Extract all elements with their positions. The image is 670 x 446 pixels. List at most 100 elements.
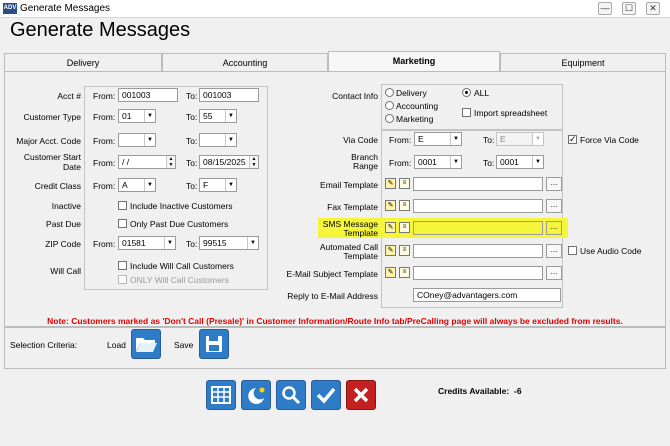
- tab-accounting[interactable]: Accounting: [162, 53, 328, 72]
- window-title: Generate Messages: [20, 3, 111, 14]
- fax-template-label: Fax Template: [327, 202, 378, 212]
- start-date-from-input[interactable]: / / ▲ ▼: [118, 155, 176, 169]
- major-acct-from-select[interactable]: ▼: [118, 133, 156, 147]
- from-label: From:: [389, 135, 412, 145]
- start-date-to-value: 08/15/2025: [203, 157, 246, 167]
- fax-template-input[interactable]: [413, 199, 543, 213]
- maximize-button[interactable]: ☐: [622, 2, 636, 15]
- acct-from-input[interactable]: 001003: [118, 88, 178, 102]
- minimize-button[interactable]: —: [598, 2, 612, 15]
- template-list-icon[interactable]: ≡: [399, 267, 410, 278]
- use-audio-code-checkbox[interactable]: [568, 246, 577, 255]
- chevron-down-icon[interactable]: ▼: [450, 133, 461, 145]
- branch-from-value: 0001: [418, 157, 437, 167]
- include-inactive-checkbox[interactable]: [118, 201, 127, 210]
- edit-template-icon[interactable]: ✎: [385, 267, 396, 278]
- edit-template-icon[interactable]: ✎: [385, 200, 396, 211]
- spin-down-icon[interactable]: ▼: [169, 162, 174, 168]
- search-button[interactable]: [276, 380, 306, 410]
- grid-view-button[interactable]: [206, 380, 236, 410]
- credit-class-from-value: A: [122, 180, 128, 190]
- sms-template-browse-button[interactable]: ...: [546, 221, 562, 235]
- schedule-button[interactable]: [241, 380, 271, 410]
- branch-from-select[interactable]: 0001 ▼: [414, 155, 462, 169]
- automated-call-browse-button[interactable]: ...: [546, 244, 562, 258]
- template-list-icon[interactable]: ≡: [399, 200, 410, 211]
- customer-type-from-select[interactable]: 01 ▼: [118, 109, 156, 123]
- zip-from-value: 01581: [122, 238, 146, 248]
- include-inactive-label: Include Inactive Customers: [130, 201, 233, 211]
- date-spinner[interactable]: ▲ ▼: [166, 156, 175, 168]
- via-code-from-select[interactable]: E ▼: [414, 132, 462, 146]
- branch-to-select[interactable]: 0001 ▼: [496, 155, 544, 169]
- spin-down-icon[interactable]: ▼: [252, 162, 257, 168]
- start-date-to-input[interactable]: 08/15/2025 ▲ ▼: [199, 155, 259, 169]
- date-spinner[interactable]: ▲ ▼: [249, 156, 258, 168]
- zip-to-select[interactable]: 99515 ▼: [199, 236, 259, 250]
- email-template-browse-button[interactable]: ...: [546, 177, 562, 191]
- template-list-icon[interactable]: ≡: [399, 178, 410, 189]
- edit-template-icon[interactable]: ✎: [385, 178, 396, 189]
- confirm-button[interactable]: [311, 380, 341, 410]
- template-list-icon[interactable]: ≡: [399, 245, 410, 256]
- email-subject-browse-button[interactable]: ...: [546, 266, 562, 280]
- cancel-button[interactable]: [346, 380, 376, 410]
- major-acct-to-select[interactable]: ▼: [199, 133, 237, 147]
- moon-star-icon: [248, 387, 265, 404]
- radio-delivery[interactable]: [385, 88, 394, 97]
- chevron-down-icon[interactable]: ▼: [144, 179, 155, 191]
- email-subject-template-input[interactable]: [413, 266, 543, 280]
- chevron-down-icon[interactable]: ▼: [225, 179, 236, 191]
- tab-marketing[interactable]: Marketing: [328, 51, 500, 72]
- fax-template-browse-button[interactable]: ...: [546, 199, 562, 213]
- to-label: To:: [483, 135, 495, 145]
- only-past-due-checkbox[interactable]: [118, 219, 127, 228]
- title-bar: ADV Generate Messages — ☐ ✕: [0, 0, 670, 18]
- load-button[interactable]: [131, 329, 161, 359]
- email-template-input[interactable]: [413, 177, 543, 191]
- major-acct-code-label: Major Acct. Code: [16, 136, 81, 146]
- radio-marketing[interactable]: [385, 114, 394, 123]
- from-label: From:: [389, 158, 412, 168]
- zip-from-select[interactable]: 01581 ▼: [118, 236, 176, 250]
- branch-range-label-line2: Range: [352, 161, 378, 171]
- chevron-down-icon[interactable]: ▼: [225, 110, 236, 122]
- zip-code-label: ZIP Code: [45, 239, 81, 249]
- radio-all[interactable]: [462, 88, 471, 97]
- tab-equipment[interactable]: Equipment: [500, 53, 666, 72]
- close-button[interactable]: ✕: [646, 2, 660, 15]
- save-button[interactable]: [199, 329, 229, 359]
- reply-to-email-input[interactable]: COney@advantagers.com: [413, 288, 561, 302]
- sms-template-input[interactable]: [413, 221, 543, 235]
- credit-class-to-select[interactable]: F ▼: [199, 178, 237, 192]
- via-code-to-select[interactable]: E ▼: [496, 132, 544, 146]
- chevron-down-icon[interactable]: ▼: [532, 156, 543, 168]
- radio-accounting[interactable]: [385, 101, 394, 110]
- from-label: From:: [93, 112, 116, 122]
- edit-template-icon[interactable]: ✎: [385, 245, 396, 256]
- automated-call-template-input[interactable]: [413, 244, 543, 258]
- chevron-down-icon[interactable]: ▼: [144, 110, 155, 122]
- inactive-label: Inactive: [51, 201, 81, 211]
- import-spreadsheet-checkbox[interactable]: [462, 108, 471, 117]
- app-icon: ADV: [3, 3, 17, 14]
- chevron-down-icon[interactable]: ▼: [144, 134, 155, 146]
- chevron-down-icon[interactable]: ▼: [247, 237, 258, 249]
- include-will-call-checkbox[interactable]: [118, 261, 127, 270]
- to-label: To:: [186, 112, 198, 122]
- only-will-call-checkbox[interactable]: [118, 275, 127, 284]
- acct-to-input[interactable]: 001003: [199, 88, 259, 102]
- template-list-icon[interactable]: ≡: [399, 222, 410, 233]
- chevron-down-icon[interactable]: ▼: [532, 133, 543, 145]
- customer-type-to-select[interactable]: 55 ▼: [199, 109, 237, 123]
- chevron-down-icon[interactable]: ▼: [164, 237, 175, 249]
- chevron-down-icon[interactable]: ▼: [450, 156, 461, 168]
- radio-all-label: ALL: [474, 88, 490, 98]
- edit-template-icon[interactable]: ✎: [385, 222, 396, 233]
- radio-delivery-label: Delivery: [396, 88, 427, 98]
- credit-class-from-select[interactable]: A ▼: [118, 178, 156, 192]
- chevron-down-icon[interactable]: ▼: [225, 134, 236, 146]
- tab-delivery[interactable]: Delivery: [4, 53, 162, 72]
- force-via-code-checkbox[interactable]: [568, 134, 577, 144]
- will-call-label: Will Call: [50, 266, 81, 276]
